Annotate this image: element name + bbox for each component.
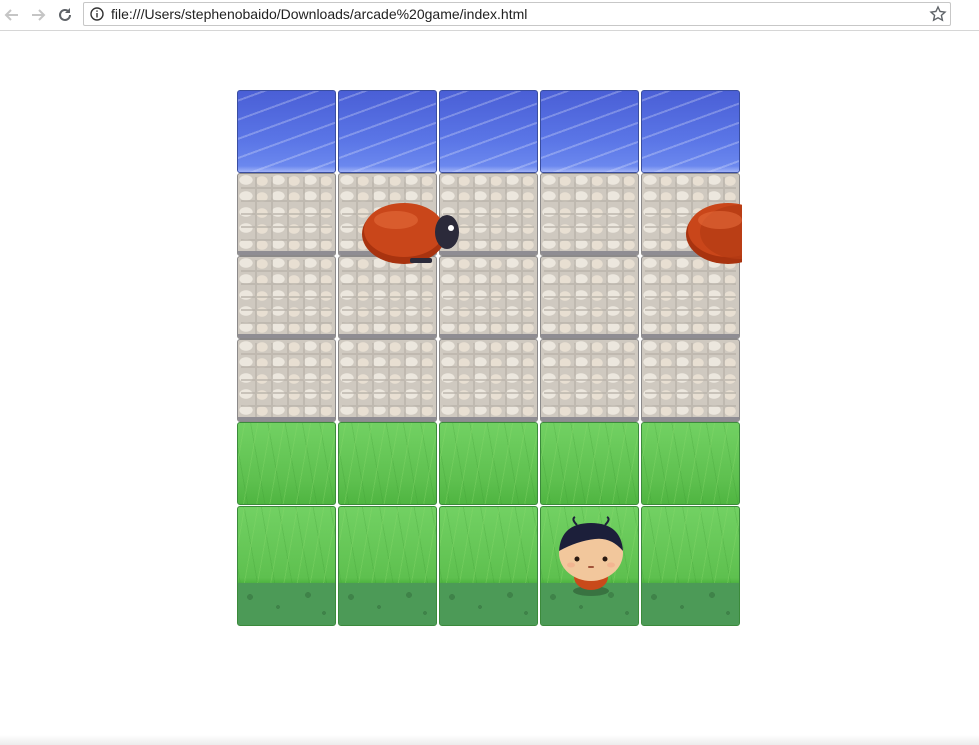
grass-tile xyxy=(237,422,336,505)
water-row xyxy=(237,90,742,173)
info-icon[interactable] xyxy=(90,7,104,21)
reload-icon xyxy=(59,8,71,21)
back-button[interactable] xyxy=(2,5,22,25)
stone-tile xyxy=(338,339,437,422)
stone-tile xyxy=(237,256,336,339)
window-bottom-edge xyxy=(0,735,979,745)
game-board xyxy=(237,90,742,626)
url-text[interactable]: file:///Users/stephenobaido/Downloads/ar… xyxy=(111,7,527,22)
stone-tile xyxy=(439,256,538,339)
stone-tile xyxy=(540,339,639,422)
stone-tile xyxy=(439,339,538,422)
enemy-bug xyxy=(360,198,460,266)
bug-icon xyxy=(686,203,742,264)
stone-row xyxy=(237,339,742,422)
forward-arrow-icon xyxy=(32,9,46,21)
player-character xyxy=(555,515,627,597)
stone-tile xyxy=(338,256,437,339)
grass-tile xyxy=(540,422,639,505)
stone-row xyxy=(237,173,742,256)
grass-tile xyxy=(338,506,437,626)
stone-tile xyxy=(641,256,740,339)
water-tile xyxy=(439,90,538,173)
stone-row xyxy=(237,256,742,339)
grass-row xyxy=(237,506,742,626)
grass-tile xyxy=(338,422,437,505)
grass-tile xyxy=(439,506,538,626)
boy-icon xyxy=(559,516,623,596)
water-tile xyxy=(237,90,336,173)
forward-button[interactable] xyxy=(28,5,48,25)
grass-row xyxy=(237,422,742,505)
address-bar[interactable]: file:///Users/stephenobaido/Downloads/ar… xyxy=(83,2,951,26)
stone-tile xyxy=(237,339,336,422)
star-icon[interactable] xyxy=(929,5,947,23)
grass-tile xyxy=(641,506,740,626)
back-arrow-icon xyxy=(4,9,18,21)
enemy-bug xyxy=(684,198,742,266)
grass-tile xyxy=(641,422,740,505)
stone-tile xyxy=(641,339,740,422)
water-tile xyxy=(641,90,740,173)
stone-tile xyxy=(237,173,336,256)
water-tile xyxy=(540,90,639,173)
browser-toolbar: file:///Users/stephenobaido/Downloads/ar… xyxy=(0,0,979,31)
bug-icon xyxy=(362,203,459,264)
reload-button[interactable] xyxy=(55,5,75,25)
grass-tile xyxy=(439,422,538,505)
stone-tile xyxy=(540,256,639,339)
stone-tile xyxy=(540,173,639,256)
water-tile xyxy=(338,90,437,173)
grass-tile xyxy=(237,506,336,626)
